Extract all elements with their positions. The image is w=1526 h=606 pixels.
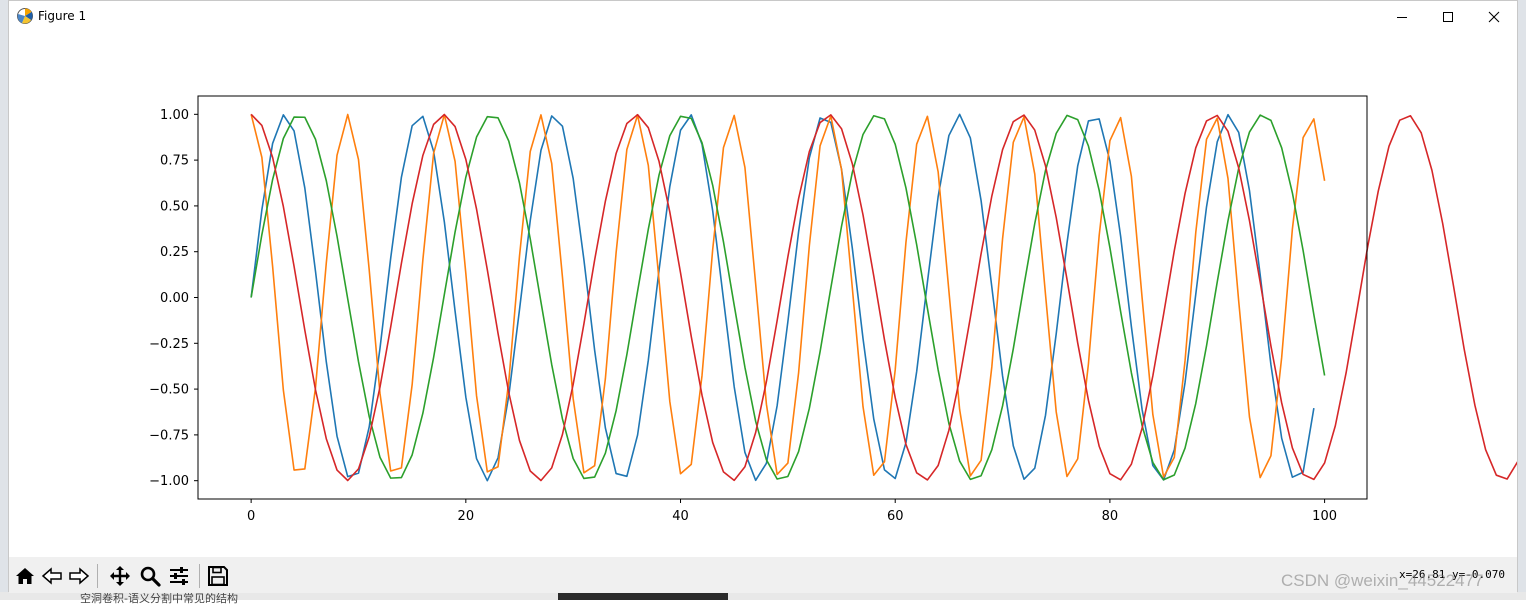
maximize-button[interactable]	[1425, 1, 1471, 32]
sliders-icon	[170, 567, 188, 585]
toolbar-separator	[199, 564, 200, 588]
x-tick-label: 40	[672, 509, 689, 524]
toolbar-separator	[97, 564, 98, 588]
arrow-left-icon	[41, 567, 62, 585]
configure-subplots-button[interactable]	[167, 564, 191, 588]
title-bar[interactable]: Figure 1	[9, 1, 1517, 32]
matplotlib-logo-icon	[17, 8, 33, 24]
arrow-right-icon	[69, 567, 90, 585]
series-line-1	[250, 113, 1326, 479]
y-tick-label: 0.50	[160, 199, 189, 214]
y-tick-label: −1.00	[149, 474, 189, 489]
x-tick-label: 20	[458, 509, 475, 524]
csdn-watermark: CSDN @weixin_44522477	[1281, 571, 1484, 590]
series-line-3	[250, 113, 1526, 482]
home-button[interactable]	[13, 564, 37, 588]
y-tick-label: 0.00	[160, 291, 189, 306]
x-tick-label: 0	[247, 509, 255, 524]
y-tick-label: 1.00	[160, 108, 189, 123]
axes-frame	[197, 95, 1368, 500]
forward-button[interactable]	[67, 564, 91, 588]
y-axis-ticks: −1.00 −0.75 −0.50 −0.25 0.00 0.25 0.50 0.75 1.00	[149, 108, 198, 489]
y-tick-label: −0.25	[149, 337, 189, 352]
save-button[interactable]	[206, 564, 230, 588]
move-icon	[110, 566, 130, 586]
y-tick-label: 0.25	[160, 245, 189, 260]
y-tick-label: −0.75	[149, 428, 189, 443]
close-button[interactable]	[1471, 1, 1517, 32]
floppy-disk-icon	[208, 566, 228, 586]
line-chart[interactable]: 0 20 40 60 80 100 −1.00 −0.75 −0.50 −0.25 0.00 0.2…	[9, 32, 1526, 557]
minimize-icon	[1397, 16, 1407, 18]
minimize-button[interactable]	[1379, 1, 1425, 32]
maximize-icon	[1443, 11, 1453, 22]
y-tick-label: −0.50	[149, 383, 189, 398]
x-tick-label: 60	[887, 509, 904, 524]
series-line-2	[250, 114, 1326, 481]
series-layer	[250, 113, 1526, 482]
x-tick-label: 80	[1102, 509, 1119, 524]
close-icon	[1488, 11, 1500, 22]
back-button[interactable]	[40, 564, 64, 588]
home-icon	[16, 568, 34, 584]
window-title: Figure 1	[38, 9, 87, 23]
plot-canvas[interactable]: 0 20 40 60 80 100 −1.00 −0.75 −0.50 −0.25 0.00 0.2…	[9, 32, 1526, 557]
x-axis-ticks: 0 20 40 60 80 100	[247, 499, 1337, 524]
x-tick-label: 100	[1312, 509, 1337, 524]
zoom-button[interactable]	[138, 564, 162, 588]
pan-button[interactable]	[108, 564, 132, 588]
y-tick-label: 0.75	[160, 154, 189, 169]
figure-window: Figure 1 0 20 40 60 80 100 −1.00 −0.75 −0.50 −0.…	[8, 0, 1526, 593]
background-dark-window	[558, 592, 728, 600]
magnifier-icon	[140, 566, 161, 587]
